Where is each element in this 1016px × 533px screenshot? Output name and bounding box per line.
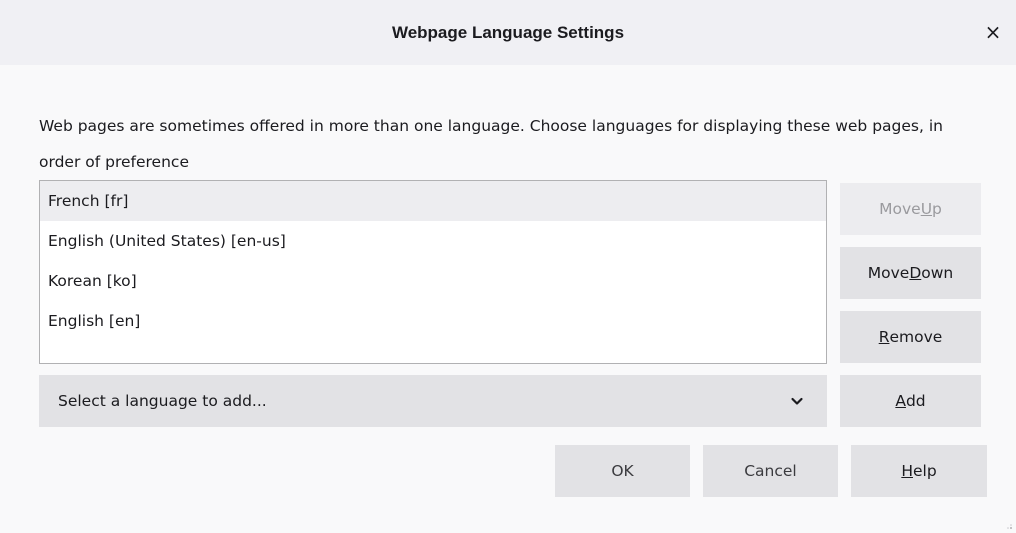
list-item[interactable]: French [fr] — [40, 181, 826, 221]
close-icon[interactable]: × — [981, 19, 1005, 45]
cancel-button[interactable]: Cancel — [703, 445, 838, 497]
list-item[interactable]: English [en] — [40, 301, 826, 341]
resize-grip-icon[interactable] — [1005, 522, 1013, 530]
remove-button[interactable]: Remove — [840, 311, 981, 363]
ok-button[interactable]: OK — [555, 445, 690, 497]
list-item[interactable]: Korean [ko] — [40, 261, 826, 301]
select-placeholder: Select a language to add... — [58, 392, 267, 410]
language-settings-dialog: Webpage Language Settings × Web pages ar… — [0, 0, 1016, 533]
dialog-titlebar: Webpage Language Settings × — [0, 0, 1016, 65]
move-down-button[interactable]: Move Down — [840, 247, 981, 299]
move-up-button[interactable]: Move Up — [840, 183, 981, 235]
add-button[interactable]: Add — [840, 375, 981, 427]
dialog-title: Webpage Language Settings — [391, 22, 625, 42]
description-text: Web pages are sometimes offered in more … — [39, 117, 943, 171]
help-button[interactable]: Help — [851, 445, 987, 497]
language-list[interactable]: French [fr] English (United States) [en-… — [39, 180, 827, 364]
language-select[interactable]: Select a language to add... — [39, 375, 827, 427]
chevron-down-icon — [791, 397, 803, 405]
list-item[interactable]: English (United States) [en-us] — [40, 221, 826, 261]
